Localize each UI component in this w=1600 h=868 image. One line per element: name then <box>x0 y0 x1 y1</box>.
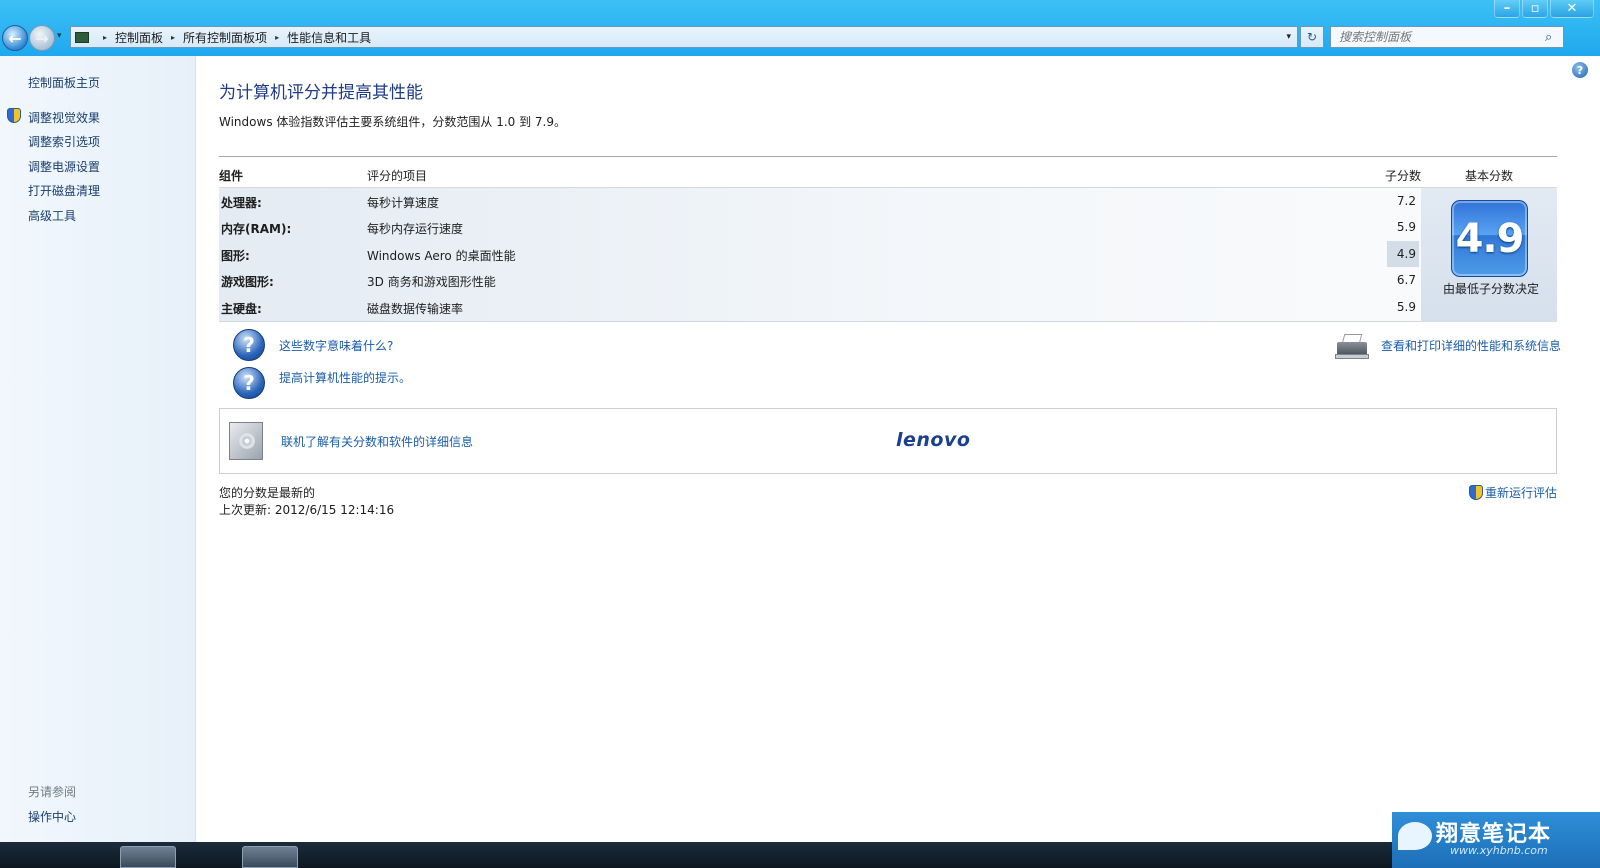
row-subscore: 4.9 <box>1396 247 1416 261</box>
row-component: 内存(RAM): <box>221 222 292 236</box>
taskbar-button[interactable] <box>242 846 298 868</box>
forward-button[interactable]: → <box>29 25 55 51</box>
table-row: 内存(RAM): 每秒内存运行速度 5.9 <box>219 214 1419 240</box>
uac-shield-icon <box>1468 485 1483 500</box>
oem-logo: lenovo <box>896 429 971 451</box>
search-icon[interactable]: ⌕ <box>1545 30 1563 45</box>
last-update: 上次更新: 2012/6/15 12:14:16 <box>219 501 394 518</box>
row-component: 游戏图形: <box>221 275 274 289</box>
base-score-caption: 由最低子分数决定 <box>1442 282 1539 296</box>
address-bar[interactable]: ▸ 控制面板 ▸ 所有控制面板项 ▸ 性能信息和工具 ▾ <box>70 26 1298 48</box>
watermark-url: www.xyhbnb.com <box>1450 844 1548 857</box>
row-item: 每秒内存运行速度 <box>367 222 464 236</box>
breadcrumb-all-items[interactable]: 所有控制面板项 <box>183 29 267 46</box>
row-item: Windows Aero 的桌面性能 <box>367 249 516 263</box>
last-update-value: 2012/6/15 12:14:16 <box>274 503 395 517</box>
last-update-label: 上次更新: <box>219 503 275 517</box>
row-component: 处理器: <box>221 196 262 210</box>
header-component: 组件 <box>219 169 244 183</box>
header-subscore: 子分数 <box>1385 169 1422 183</box>
page-subtitle: Windows 体验指数评估主要系统组件，分数范围从 1.0 到 7.9。 <box>219 115 566 129</box>
search-box[interactable]: ⌕ <box>1330 26 1564 48</box>
row-item: 磁盘数据传输速率 <box>367 302 464 316</box>
computer-icon <box>75 31 89 43</box>
sidebar-item-disk-cleanup[interactable]: 打开磁盘清理 <box>28 182 100 199</box>
breadcrumb-separator-icon[interactable]: ▸ <box>275 33 279 42</box>
base-score-column: 4.9 由最低子分数决定 <box>1421 188 1557 322</box>
row-subscore: 5.9 <box>1396 220 1416 234</box>
page-title: 为计算机评分并提高其性能 <box>219 83 423 103</box>
row-subscore: 7.2 <box>1396 194 1416 208</box>
minimize-button[interactable]: – <box>1494 0 1520 18</box>
print-details-link[interactable]: 查看和打印详细的性能和系统信息 <box>1381 337 1561 354</box>
row-item: 3D 商务和游戏图形性能 <box>367 275 496 289</box>
sidebar-item-action-center[interactable]: 操作中心 <box>28 808 76 825</box>
printer-icon <box>1335 334 1369 360</box>
row-component: 图形: <box>221 249 250 263</box>
maximize-button[interactable]: ▫ <box>1522 0 1548 18</box>
sidebar-item-advanced-tools[interactable]: 高级工具 <box>28 207 76 224</box>
row-subscore: 6.7 <box>1396 273 1416 287</box>
question-icon: ? <box>233 329 265 361</box>
header-base-score: 基本分数 <box>1465 169 1514 183</box>
row-subscore: 5.9 <box>1396 300 1416 314</box>
sidebar: 控制面板主页 调整视觉效果 调整索引选项 调整电源设置 打开磁盘清理 高级工具 … <box>0 56 196 842</box>
score-table: 组件 评分的项目 子分数 基本分数 处理器: 每秒计算速度 7.2 内存(RAM… <box>219 156 1557 322</box>
header-item: 评分的项目 <box>367 169 428 183</box>
address-dropdown-icon[interactable]: ▾ <box>1286 32 1291 42</box>
score-status: 您的分数是最新的 <box>219 486 316 500</box>
table-row: 主硬盘: 磁盘数据传输速率 5.9 <box>219 294 1419 320</box>
row-component: 主硬盘: <box>221 302 262 316</box>
sidebar-item-indexing[interactable]: 调整索引选项 <box>28 133 100 150</box>
row-item: 每秒计算速度 <box>367 196 440 210</box>
watermark-bird-icon <box>1398 822 1432 850</box>
sidebar-item-control-panel-home[interactable]: 控制面板主页 <box>28 74 100 91</box>
rerun-assessment[interactable]: 重新运行评估 <box>1468 484 1557 501</box>
breadcrumb-control-panel[interactable]: 控制面板 <box>115 29 163 46</box>
question-icon: ? <box>233 367 265 399</box>
online-info-link[interactable]: 联机了解有关分数和软件的详细信息 <box>281 433 473 450</box>
main-content: ? 为计算机评分并提高其性能 Windows 体验指数评估主要系统组件，分数范围… <box>197 56 1600 842</box>
performance-tips-link[interactable]: 提高计算机性能的提示。 <box>279 369 411 386</box>
base-score-badge: 4.9 <box>1451 200 1528 277</box>
uac-shield-icon <box>7 108 21 123</box>
software-cd-icon <box>229 422 263 460</box>
sidebar-item-power[interactable]: 调整电源设置 <box>28 158 100 175</box>
help-icon[interactable]: ? <box>1572 62 1588 78</box>
search-input[interactable] <box>1331 27 1545 47</box>
table-row: 处理器: 每秒计算速度 7.2 <box>219 188 1419 214</box>
table-header: 组件 评分的项目 子分数 基本分数 <box>219 156 1557 188</box>
rerun-assessment-link[interactable]: 重新运行评估 <box>1485 484 1557 501</box>
taskbar-button[interactable] <box>120 846 176 868</box>
refresh-button[interactable]: ↻ <box>1300 26 1324 48</box>
watermark: 翔意笔记本 www.xyhbnb.com <box>1392 812 1600 868</box>
breadcrumb-performance[interactable]: 性能信息和工具 <box>287 29 371 46</box>
back-button[interactable]: ← <box>2 25 28 51</box>
table-row: 游戏图形: 3D 商务和游戏图形性能 6.7 <box>219 267 1419 293</box>
online-info-box: 联机了解有关分数和软件的详细信息 lenovo <box>219 408 1557 474</box>
breadcrumb-separator-icon[interactable]: ▸ <box>171 33 175 42</box>
sidebar-item-visual-effects[interactable]: 调整视觉效果 <box>28 109 100 126</box>
score-rows: 处理器: 每秒计算速度 7.2 内存(RAM): 每秒内存运行速度 5.9 图形… <box>219 188 1557 322</box>
breadcrumb-separator-icon[interactable]: ▸ <box>103 33 107 42</box>
recent-pages-dropdown[interactable]: ▾ <box>57 31 62 41</box>
title-bar: – ▫ ✕ ← → ▾ ▸ 控制面板 ▸ 所有控制面板项 ▸ 性能信息和工具 ▾ ↻ … <box>0 0 1600 56</box>
table-row: 图形: Windows Aero 的桌面性能 4.9 <box>219 241 1419 267</box>
taskbar <box>0 842 1600 868</box>
what-numbers-mean-link[interactable]: 这些数字意味着什么? <box>279 337 393 354</box>
window-controls: – ▫ ✕ <box>1492 0 1594 18</box>
close-button[interactable]: ✕ <box>1550 0 1594 18</box>
see-also-label: 另请参阅 <box>28 785 77 799</box>
